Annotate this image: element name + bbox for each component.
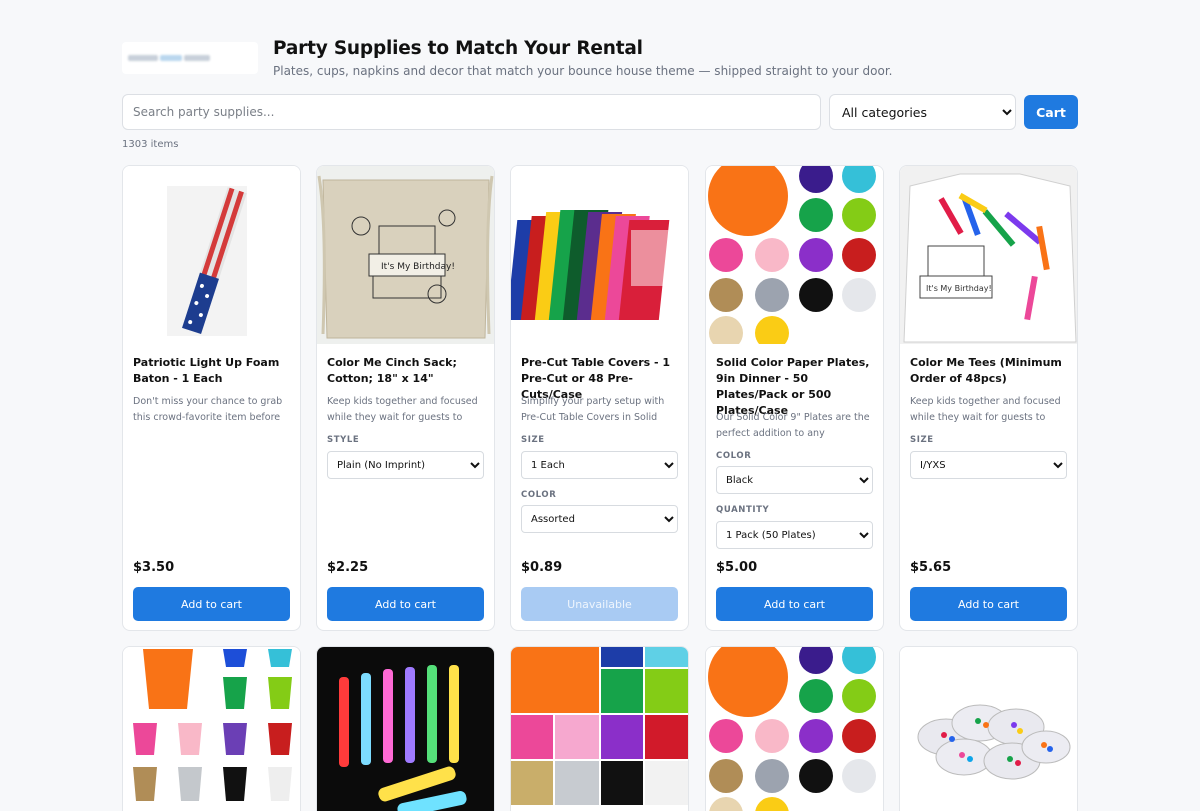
product-image[interactable] — [900, 647, 1077, 811]
svg-text:It's My Birthday!: It's My Birthday! — [381, 262, 455, 272]
cart-button[interactable]: Cart — [1024, 95, 1078, 129]
product-card — [899, 646, 1078, 811]
add-to-cart-button[interactable]: Add to cart — [716, 587, 873, 621]
product-price: $2.25 — [327, 560, 369, 575]
product-image[interactable] — [511, 166, 688, 344]
product-description: Keep kids together and focused while the… — [327, 396, 478, 423]
product-image[interactable] — [706, 166, 883, 344]
option-label: QUANTITY — [716, 505, 770, 515]
color-select[interactable]: Black — [716, 466, 873, 494]
product-image[interactable] — [706, 647, 883, 811]
size-select[interactable]: 1 Each — [521, 451, 678, 479]
cinch-sack-image: It's My Birthday! — [317, 166, 494, 344]
option-label: SIZE — [521, 435, 545, 445]
product-card: Patriotic Light Up Foam Baton - 1 Each D… — [122, 165, 301, 631]
page-subtitle: Plates, cups, napkins and decor that mat… — [273, 64, 893, 78]
product-card — [510, 646, 689, 811]
foam-baton-image — [167, 186, 247, 336]
add-to-cart-button[interactable]: Add to cart — [910, 587, 1067, 621]
product-name[interactable]: Patriotic Light Up Foam Baton - 1 Each — [133, 355, 291, 387]
color-me-tees-image: It's My Birthday! — [900, 166, 1077, 344]
add-to-cart-button[interactable]: Add to cart — [327, 587, 484, 621]
unavailable-button: Unavailable — [521, 587, 678, 621]
glow-sticks-image — [317, 647, 494, 811]
party-bowls-image — [917, 704, 1071, 780]
color-select[interactable]: Assorted — [521, 505, 678, 533]
table-covers-image — [511, 210, 675, 320]
product-name[interactable]: Color Me Tees (Minimum Order of 48pcs) — [910, 355, 1068, 387]
svg-text:It's My Birthday!: It's My Birthday! — [926, 284, 992, 293]
product-image[interactable] — [317, 647, 494, 811]
item-count: 1303 items — [122, 139, 179, 150]
product-price: $3.50 — [133, 560, 175, 575]
product-card — [316, 646, 495, 811]
product-card: It's My Birthday! Color Me Tees (Minimum… — [899, 165, 1078, 631]
product-description: Simplify your party setup with Pre-Cut T… — [521, 396, 665, 423]
option-label: COLOR — [716, 451, 752, 461]
product-price: $0.89 — [521, 560, 563, 575]
store-logo[interactable] — [122, 42, 258, 74]
napkins-image — [511, 647, 688, 805]
product-image[interactable] — [511, 647, 688, 811]
category-select[interactable]: All categories — [829, 94, 1016, 130]
product-card: It's My Birthday! Color Me Cinch Sack; C… — [316, 165, 495, 631]
product-price: $5.65 — [910, 560, 952, 575]
size-select[interactable]: I/YXS — [910, 451, 1067, 479]
option-label: COLOR — [521, 490, 557, 500]
product-image[interactable] — [123, 647, 300, 811]
product-price: $5.00 — [716, 560, 758, 575]
paper-plates-image — [708, 647, 876, 811]
paper-cups-image — [133, 649, 292, 801]
add-to-cart-button[interactable]: Add to cart — [133, 587, 290, 621]
quantity-select[interactable]: 1 Pack (50 Plates) — [716, 521, 873, 549]
product-description: Our Solid Color 9" Plates are the perfec… — [716, 412, 870, 439]
option-label: SIZE — [910, 435, 934, 445]
product-card — [705, 646, 884, 811]
paper-plates-image — [708, 166, 876, 344]
product-image[interactable]: It's My Birthday! — [317, 166, 494, 344]
product-description: Don't miss your chance to grab this crow… — [133, 396, 283, 423]
search-input[interactable] — [122, 94, 821, 130]
product-image[interactable] — [123, 166, 300, 344]
product-card: Pre-Cut Table Covers - 1 Pre-Cut or 48 P… — [510, 165, 689, 631]
product-name[interactable]: Color Me Cinch Sack; Cotton; 18" x 14" — [327, 355, 485, 387]
page-header: Party Supplies to Match Your Rental Plat… — [122, 38, 1078, 78]
product-description: Keep kids together and focused while the… — [910, 396, 1061, 423]
product-card — [122, 646, 301, 811]
style-select[interactable]: Plain (No Imprint) — [327, 451, 484, 479]
page-title: Party Supplies to Match Your Rental — [273, 38, 643, 59]
option-label: STYLE — [327, 435, 360, 445]
product-image[interactable]: It's My Birthday! — [900, 166, 1077, 344]
product-card: Solid Color Paper Plates, 9in Dinner - 5… — [705, 165, 884, 631]
